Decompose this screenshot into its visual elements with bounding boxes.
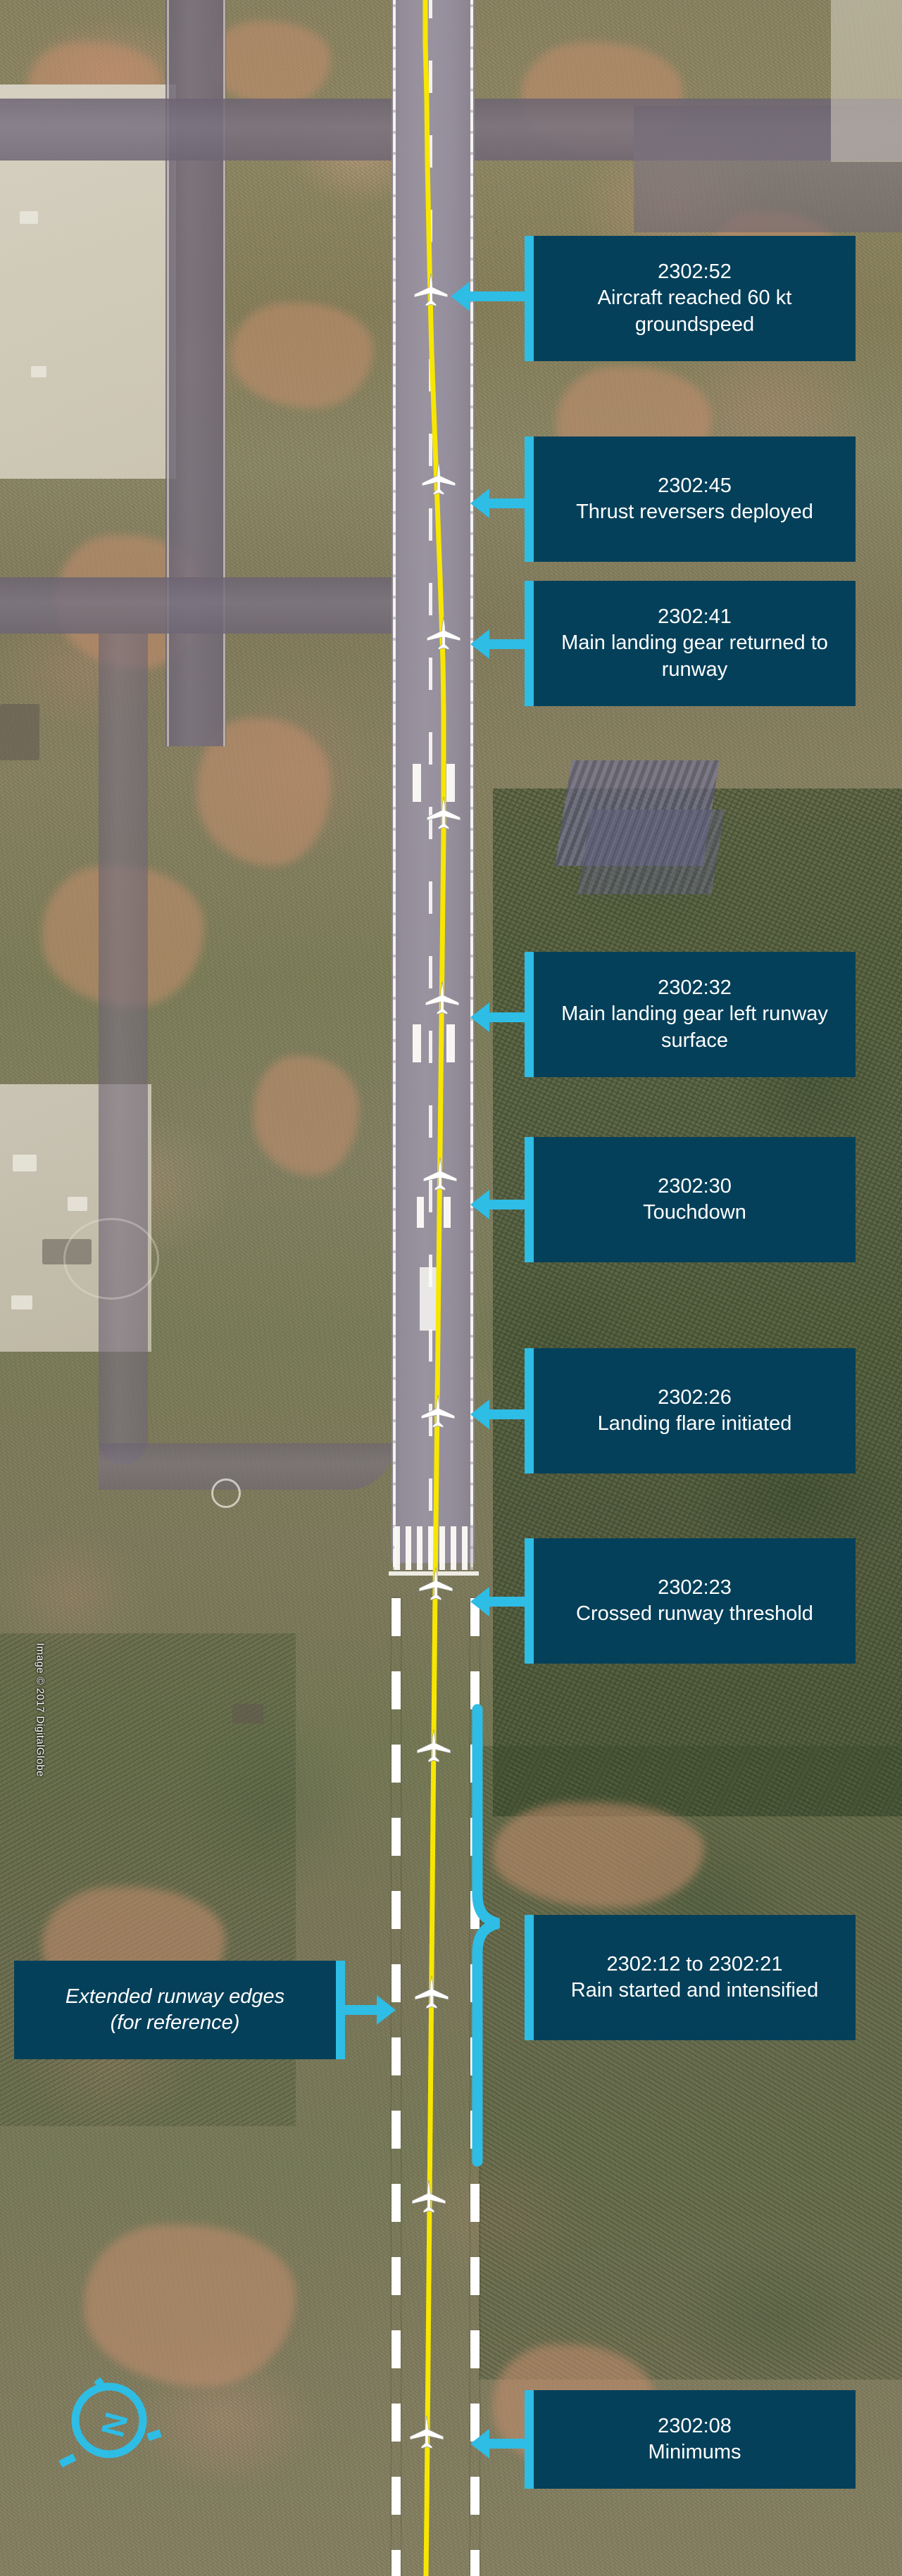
callout-time: 2302:23	[658, 1576, 732, 1599]
callout-text: Main landing gear returned to runway	[561, 632, 828, 681]
parked-aircraft	[68, 1197, 87, 1211]
callout-arrow-head-gs60	[451, 282, 470, 311]
ground-structure-dark	[0, 704, 39, 760]
callout-arrow-stem-gs60	[470, 291, 530, 301]
reference-arrow-head	[377, 1995, 396, 2025]
taxiway-loop-west	[99, 634, 148, 1464]
aircraft-symbol	[427, 796, 461, 830]
callout-gear-return[interactable]: 2302:41 Main landing gear returned to ru…	[525, 581, 856, 706]
taxiway-loop-south	[99, 1443, 394, 1490]
compass-north-letter: N	[94, 2408, 135, 2441]
ground-structure	[11, 1295, 32, 1309]
aircraft-symbol	[417, 1729, 451, 1763]
callout-rain[interactable]: 2302:12 to 2302:21 Rain started and inte…	[525, 1915, 856, 2040]
imagery-attribution: Image © 2017 DigitalGlobe	[34, 1642, 46, 1777]
extended-runway-edge-left	[392, 1598, 401, 2576]
reference-label-line2: (for reference)	[110, 2011, 240, 2034]
callout-arrow-stem-flare	[489, 1409, 530, 1419]
ground-structure	[20, 211, 38, 224]
runway-edge-line-left	[393, 0, 396, 1570]
callout-text: Thrust reversers deployed	[576, 501, 813, 523]
callout-text: Landing flare initiated	[597, 1412, 792, 1435]
aircraft-symbol	[414, 273, 448, 307]
aircraft-symbol	[422, 462, 456, 496]
taxiway-connector	[0, 577, 394, 634]
north-arrow-icon: N	[58, 2377, 162, 2468]
taxiway-connector	[0, 99, 394, 161]
callout-arrow-head-gear-return	[470, 629, 489, 659]
runway-centerline	[429, 0, 432, 1570]
callout-arrow-head-touchdown	[470, 1190, 489, 1219]
callout-gs60[interactable]: 2302:52 Aircraft reached 60 kt groundspe…	[525, 236, 856, 361]
aircraft-symbol	[419, 1567, 453, 1601]
callout-arrow-stem-gear-left	[489, 1012, 530, 1022]
aircraft-symbol	[425, 981, 459, 1015]
ramp-northeast	[831, 0, 902, 162]
callout-gear-left[interactable]: 2302:32 Main landing gear left runway su…	[525, 952, 856, 1077]
aircraft-symbol	[427, 617, 461, 651]
callout-text: Minimums	[648, 2441, 741, 2463]
callout-time: 2302:12 to 2302:21	[606, 1952, 783, 1975]
callout-touchdown[interactable]: 2302:30 Touchdown	[525, 1137, 856, 1262]
aircraft-symbol	[412, 2180, 446, 2213]
annotated-satellite-figure: 2302:52 Aircraft reached 60 kt groundspe…	[0, 0, 902, 2576]
turn-pad-marking	[63, 1218, 159, 1300]
callout-arrow-head-minimums	[470, 2429, 489, 2458]
callout-arrow-head-gear-left	[470, 1003, 489, 1032]
compass-rose: N	[49, 2358, 169, 2478]
touchdown-zone-marking	[444, 1197, 451, 1228]
runway-threshold-markings	[394, 1526, 473, 1570]
callout-text: Main landing gear left runway surface	[561, 1003, 828, 1052]
callout-text: Crossed runway threshold	[576, 1602, 813, 1625]
callout-flare[interactable]: 2302:26 Landing flare initiated	[525, 1348, 856, 1474]
callout-text: Touchdown	[643, 1201, 746, 1224]
bare-earth-patch	[253, 1056, 359, 1176]
callout-arrow-stem-reversers	[489, 498, 530, 508]
callout-extended-runway-edges[interactable]: Extended runway edges (for reference)	[14, 1961, 345, 2059]
callout-arrow-stem-threshold	[489, 1597, 530, 1607]
callout-arrow-stem-gear-return	[489, 639, 530, 649]
callout-time: 2302:41	[658, 605, 732, 629]
callout-reversers[interactable]: 2302:45 Thrust reversers deployed	[525, 436, 856, 562]
callout-arrow-stem-minimums	[489, 2439, 530, 2449]
touchdown-zone-marking	[446, 1024, 455, 1062]
callout-threshold[interactable]: 2302:23 Crossed runway threshold	[525, 1538, 856, 1664]
callout-arrow-head-threshold	[470, 1587, 489, 1616]
callout-arrow-head-reversers	[470, 489, 489, 518]
aircraft-symbol	[421, 1395, 455, 1428]
circular-pad-marking	[211, 1478, 241, 1508]
callout-arrow-head-flare	[470, 1400, 489, 1429]
callout-time: 2302:32	[658, 976, 732, 1000]
touchdown-zone-marking	[417, 1197, 424, 1228]
reference-label-line1: Extended runway edges	[65, 1985, 285, 2008]
aircraft-symbol	[410, 2415, 444, 2449]
runway-edge-line-right	[470, 0, 473, 1570]
solar-panel-array	[577, 810, 725, 894]
callout-time: 2302:08	[658, 2414, 732, 2437]
callout-arrow-stem-touchdown	[489, 1200, 530, 1210]
aircraft-symbol	[415, 1975, 449, 2009]
callout-text: Aircraft reached 60 kt groundspeed	[597, 287, 792, 336]
callout-time: 2302:30	[658, 1174, 732, 1198]
touchdown-zone-marking	[413, 1024, 421, 1062]
ground-structure	[13, 1155, 37, 1171]
callout-time: 2302:45	[658, 474, 732, 497]
bare-earth-patch	[211, 21, 331, 106]
aircraft-symbol	[423, 1157, 457, 1191]
ground-structure-dark	[232, 1704, 263, 1723]
callout-minimums[interactable]: 2302:08 Minimums	[525, 2390, 856, 2489]
callout-time: 2302:26	[658, 1386, 732, 1409]
callout-text: Rain started and intensified	[570, 1979, 819, 2002]
callout-time: 2302:52	[658, 260, 732, 284]
ground-structure	[31, 366, 46, 377]
runway-designator-marking	[420, 1267, 437, 1331]
touchdown-zone-marking	[413, 764, 421, 802]
